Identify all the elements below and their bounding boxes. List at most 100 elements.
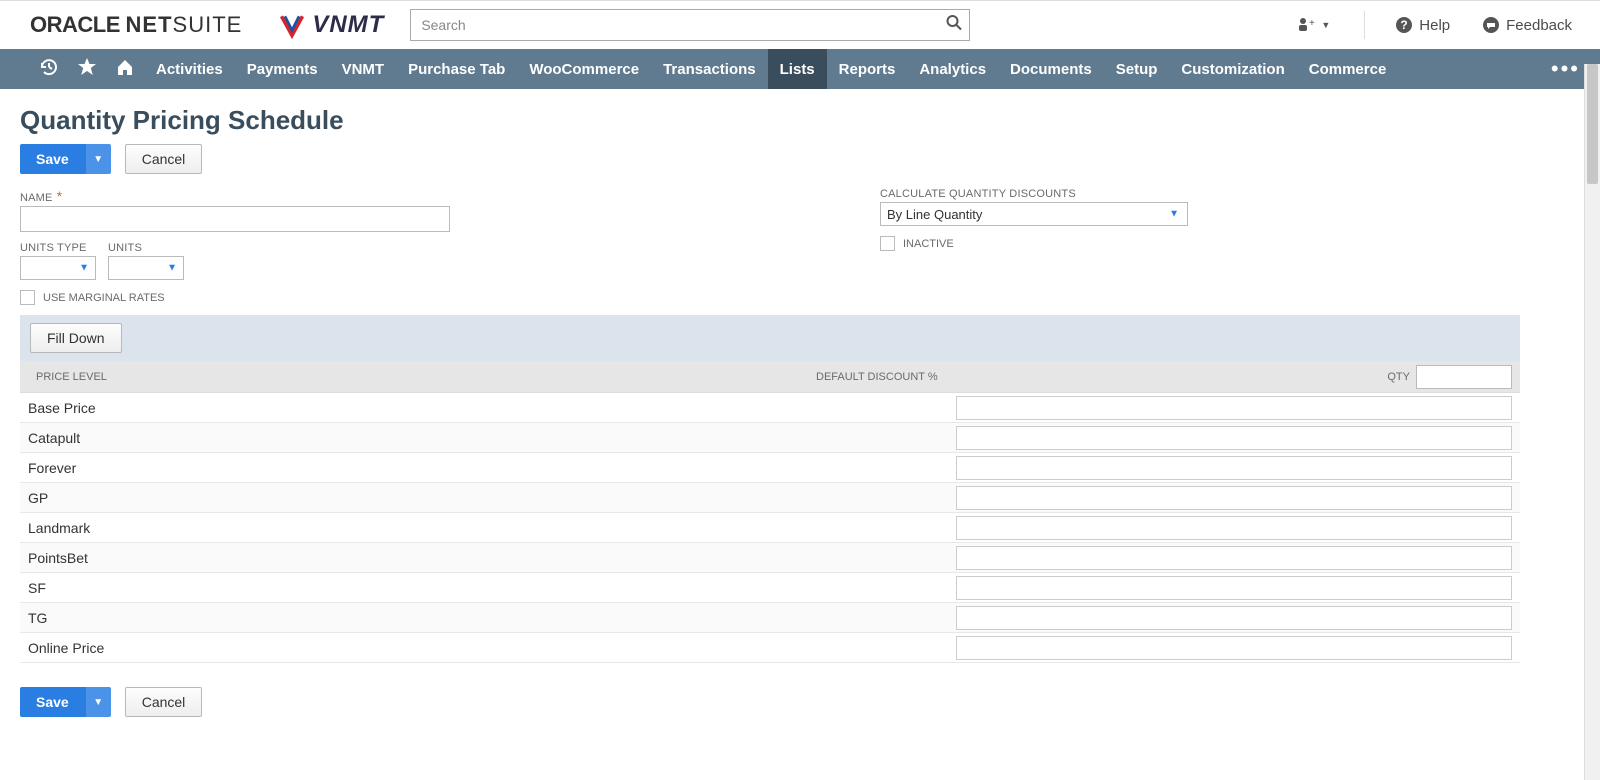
price-level-cell: Catapult	[28, 430, 956, 446]
price-level-cell: Base Price	[28, 400, 956, 416]
price-level-cell: SF	[28, 580, 956, 596]
table-row: Base Price	[20, 393, 1520, 423]
app-header: ORACLE NETSUITE VNMT + ▼ ? Help Feedback	[0, 0, 1600, 49]
global-search	[410, 9, 970, 41]
svg-text:+: +	[1309, 18, 1315, 29]
table-row: PointsBet	[20, 543, 1520, 573]
nav-item-payments[interactable]: Payments	[235, 49, 330, 89]
price-level-cell: TG	[28, 610, 956, 626]
qty-cell-input[interactable]	[956, 546, 1512, 570]
main-nav: ActivitiesPaymentsVNMTPurchase TabWooCom…	[0, 49, 1600, 89]
grid-toolbar: Fill Down	[20, 315, 1520, 361]
qty-cell-input[interactable]	[956, 486, 1512, 510]
qty-cell-input[interactable]	[956, 576, 1512, 600]
col-default-discount: DEFAULT DISCOUNT %	[816, 371, 1156, 383]
qty-header-input[interactable]	[1416, 365, 1512, 389]
qty-cell-input[interactable]	[956, 636, 1512, 660]
nav-item-activities[interactable]: Activities	[144, 49, 235, 89]
price-level-cell: GP	[28, 490, 956, 506]
fill-down-button[interactable]: Fill Down	[30, 323, 122, 353]
vnmt-mark-icon	[278, 11, 306, 39]
grid-body: Base Price Catapult Forever GP Landmark Point…	[20, 393, 1520, 663]
role-icon: +	[1297, 16, 1315, 34]
cancel-button-bottom[interactable]: Cancel	[125, 687, 203, 717]
inactive-checkbox[interactable]	[880, 236, 895, 251]
nav-item-customization[interactable]: Customization	[1169, 49, 1296, 89]
nav-item-commerce[interactable]: Commerce	[1297, 49, 1399, 89]
nav-item-vnmt[interactable]: VNMT	[330, 49, 397, 89]
units-type-label: UNITS TYPE	[20, 242, 96, 254]
use-marginal-checkbox[interactable]	[20, 290, 35, 305]
home-icon[interactable]	[106, 57, 144, 82]
page-content: Quantity Pricing Schedule Save ▼ Cancel …	[0, 89, 1540, 751]
price-level-cell: PointsBet	[28, 550, 956, 566]
nav-item-woocommerce[interactable]: WooCommerce	[517, 49, 651, 89]
save-button-bottom[interactable]: Save	[20, 687, 85, 717]
inactive-label: INACTIVE	[903, 238, 954, 250]
scrollbar-thumb[interactable]	[1587, 64, 1598, 184]
action-buttons-bottom: Save ▼ Cancel	[20, 687, 1520, 717]
price-level-cell: Forever	[28, 460, 956, 476]
oracle-netsuite-logo: ORACLE NETSUITE	[30, 12, 242, 38]
use-marginal-label: USE MARGINAL RATES	[43, 292, 165, 304]
table-row: Catapult	[20, 423, 1520, 453]
name-input[interactable]	[20, 206, 450, 232]
partner-logo: VNMT	[278, 11, 384, 39]
qty-cell-input[interactable]	[956, 516, 1512, 540]
save-split-button-bottom: Save ▼	[20, 687, 111, 717]
units-type-select[interactable]: ▼	[20, 256, 96, 280]
save-dropdown-button[interactable]: ▼	[85, 144, 111, 174]
form-fields: NAME* UNITS TYPE ▼ UNITS ▼ USE MARGINAL …	[20, 188, 1520, 305]
calc-discounts-select[interactable]: By Line Quantity ▼	[880, 202, 1188, 226]
nav-item-reports[interactable]: Reports	[827, 49, 908, 89]
shortcuts-icon[interactable]	[68, 57, 106, 82]
nav-item-lists[interactable]: Lists	[768, 49, 827, 89]
search-icon[interactable]	[946, 15, 962, 36]
feedback-link[interactable]: Feedback	[1474, 16, 1580, 34]
help-icon: ?	[1395, 16, 1413, 34]
table-row: Forever	[20, 453, 1520, 483]
caret-down-icon: ▼	[79, 263, 89, 274]
qty-cell-input[interactable]	[956, 456, 1512, 480]
nav-item-transactions[interactable]: Transactions	[651, 49, 768, 89]
table-row: TG	[20, 603, 1520, 633]
svg-text:?: ?	[1401, 18, 1408, 32]
caret-down-icon: ▼	[93, 697, 103, 708]
qty-cell-input[interactable]	[956, 396, 1512, 420]
caret-down-icon: ▼	[93, 154, 103, 165]
units-label: UNITS	[108, 242, 184, 254]
name-label: NAME*	[20, 188, 840, 204]
table-row: Landmark	[20, 513, 1520, 543]
save-dropdown-button-bottom[interactable]: ▼	[85, 687, 111, 717]
table-row: Online Price	[20, 633, 1520, 663]
cancel-button[interactable]: Cancel	[125, 144, 203, 174]
recent-records-icon[interactable]	[30, 57, 68, 82]
role-switcher[interactable]: + ▼	[1285, 16, 1342, 34]
qty-cell-input[interactable]	[956, 426, 1512, 450]
search-input[interactable]	[410, 9, 970, 41]
save-button[interactable]: Save	[20, 144, 85, 174]
divider	[1364, 11, 1365, 39]
qty-cell-input[interactable]	[956, 606, 1512, 630]
save-split-button: Save ▼	[20, 144, 111, 174]
grid-header: PRICE LEVEL DEFAULT DISCOUNT % QTY	[20, 361, 1520, 393]
price-level-cell: Landmark	[28, 520, 956, 536]
calc-discounts-value: By Line Quantity	[887, 207, 982, 222]
price-level-cell: Online Price	[28, 640, 956, 656]
col-price-level: PRICE LEVEL	[36, 371, 816, 383]
action-buttons-top: Save ▼ Cancel	[20, 144, 1520, 174]
nav-item-documents[interactable]: Documents	[998, 49, 1104, 89]
vertical-scrollbar[interactable]	[1584, 64, 1600, 780]
nav-item-analytics[interactable]: Analytics	[907, 49, 998, 89]
help-link[interactable]: ? Help	[1387, 16, 1458, 34]
caret-down-icon: ▼	[167, 263, 177, 274]
table-row: GP	[20, 483, 1520, 513]
feedback-icon	[1482, 16, 1500, 34]
units-select[interactable]: ▼	[108, 256, 184, 280]
caret-down-icon: ▼	[1169, 209, 1179, 220]
nav-item-purchase-tab[interactable]: Purchase Tab	[396, 49, 517, 89]
col-qty: QTY	[1387, 371, 1410, 383]
table-row: SF	[20, 573, 1520, 603]
nav-item-setup[interactable]: Setup	[1104, 49, 1170, 89]
page-title: Quantity Pricing Schedule	[20, 105, 1520, 136]
